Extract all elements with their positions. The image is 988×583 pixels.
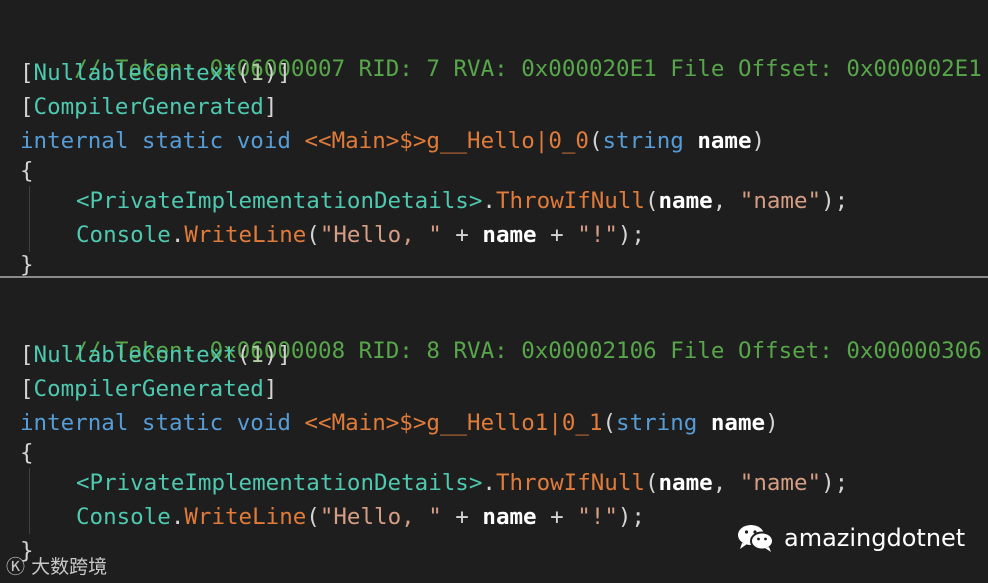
param-type: string — [602, 128, 684, 154]
operator-plus: + — [441, 504, 483, 530]
paren-open: ( — [602, 410, 617, 436]
class-name: Console — [76, 222, 171, 248]
paren-close: ) — [765, 410, 779, 436]
keyword-static: static — [141, 410, 224, 436]
string-literal: "name" — [739, 188, 822, 214]
method-signature: internal static void <<Main>$>g__Hello1|… — [20, 408, 779, 438]
attr-bracket: [ — [20, 60, 34, 86]
statement-throwifnull: <PrivateImplementationDetails>.ThrowIfNu… — [76, 186, 848, 216]
method-call: WriteLine — [184, 222, 307, 248]
var-name: name — [482, 504, 537, 530]
attribute-line-nullable: [NullableContext(1)] — [20, 58, 291, 88]
param-name: name — [710, 410, 766, 436]
method-call: ThrowIfNull — [495, 188, 645, 214]
watermark-right-text: amazingdotnet — [784, 524, 966, 552]
attr-name: NullableContext — [33, 342, 237, 368]
method-call: WriteLine — [184, 504, 307, 530]
class-name: <PrivateImplementationDetails> — [76, 188, 483, 214]
call-close: ); — [617, 222, 645, 248]
attr-close: )] — [263, 342, 291, 368]
wechat-icon — [738, 525, 774, 552]
attr-close: )] — [263, 60, 291, 86]
operator-plus: + — [536, 222, 578, 248]
dot: . — [170, 222, 185, 248]
attr-name: CompilerGenerated — [33, 94, 264, 120]
watermark-left: Ⓚ 大数跨境 — [6, 552, 107, 579]
comma: , — [712, 470, 740, 496]
string-literal: "!" — [577, 222, 618, 248]
keyword-static: static — [141, 128, 224, 154]
arg-name: name — [658, 188, 713, 214]
dot: . — [170, 504, 185, 530]
paren-open: ( — [588, 128, 603, 154]
dot: . — [482, 470, 496, 496]
brace-close: } — [20, 252, 34, 278]
watermark-left-text: 大数跨境 — [31, 556, 108, 578]
attr-arg: 1 — [250, 342, 264, 368]
attr-bracket: [ — [20, 376, 34, 402]
attr-paren: ( — [236, 342, 251, 368]
attr-name: CompilerGenerated — [33, 376, 264, 402]
call-open: ( — [644, 188, 659, 214]
method-name: <<Main>$>g__Hello|0_0 — [304, 128, 589, 154]
attr-bracket: [ — [20, 342, 34, 368]
param-type: string — [616, 410, 698, 436]
call-close: ); — [617, 504, 645, 530]
brace-open: { — [20, 158, 34, 184]
attr-arg: 1 — [250, 60, 264, 86]
dot: . — [482, 188, 496, 214]
attr-name: NullableContext — [33, 60, 237, 86]
keyword-internal: internal — [20, 128, 129, 154]
string-literal: "Hello, " — [319, 222, 442, 248]
attribute-line-compilergenerated: [CompilerGenerated] — [20, 374, 277, 404]
var-name: name — [482, 222, 537, 248]
string-literal: "!" — [577, 504, 618, 530]
param-name: name — [697, 128, 752, 154]
token-comment-line: // Token: 0x06000008 RID: 8 RVA: 0x00002… — [20, 306, 982, 364]
paren-close: ) — [751, 128, 766, 154]
indent-guide — [29, 468, 30, 534]
method-name: <<Main>$>g__Hello1|0_1 — [304, 410, 603, 436]
attr-close: ] — [263, 376, 278, 402]
attr-paren: ( — [236, 60, 251, 86]
method-signature: internal static void <<Main>$>g__Hello|0… — [20, 126, 765, 156]
brace-open-line: { — [20, 156, 34, 186]
code-panel-1: // Token: 0x06000007 RID: 7 RVA: 0x00002… — [0, 0, 988, 278]
method-call: ThrowIfNull — [495, 470, 645, 496]
attr-close: ] — [263, 94, 278, 120]
call-close: ); — [821, 470, 849, 496]
keyword-internal: internal — [20, 410, 129, 436]
brace-open-line: { — [20, 438, 34, 468]
call-open: ( — [644, 470, 659, 496]
call-close: ); — [821, 188, 849, 214]
keyword-void: void — [236, 410, 291, 436]
statement-writeline: Console.WriteLine("Hello, " + name + "!"… — [76, 220, 645, 250]
string-literal: "Hello, " — [319, 504, 442, 530]
call-open: ( — [306, 222, 320, 248]
call-open: ( — [306, 504, 320, 530]
statement-writeline: Console.WriteLine("Hello, " + name + "!"… — [76, 502, 645, 532]
brace-open: { — [20, 440, 34, 466]
attribute-line-nullable: [NullableContext(1)] — [20, 340, 291, 370]
watermark-logo-icon: Ⓚ — [6, 556, 26, 578]
attribute-line-compilergenerated: [CompilerGenerated] — [20, 92, 277, 122]
class-name: <PrivateImplementationDetails> — [76, 470, 483, 496]
attr-bracket: [ — [20, 94, 34, 120]
arg-name: name — [658, 470, 713, 496]
watermark-right: amazingdotnet — [736, 522, 965, 554]
indent-guide — [29, 186, 30, 252]
token-comment-line: // Token: 0x06000007 RID: 7 RVA: 0x00002… — [20, 24, 982, 82]
keyword-void: void — [236, 128, 291, 154]
operator-plus: + — [441, 222, 483, 248]
operator-plus: + — [536, 504, 578, 530]
class-name: Console — [76, 504, 171, 530]
string-literal: "name" — [739, 470, 822, 496]
comma: , — [712, 188, 740, 214]
statement-throwifnull: <PrivateImplementationDetails>.ThrowIfNu… — [76, 468, 848, 498]
